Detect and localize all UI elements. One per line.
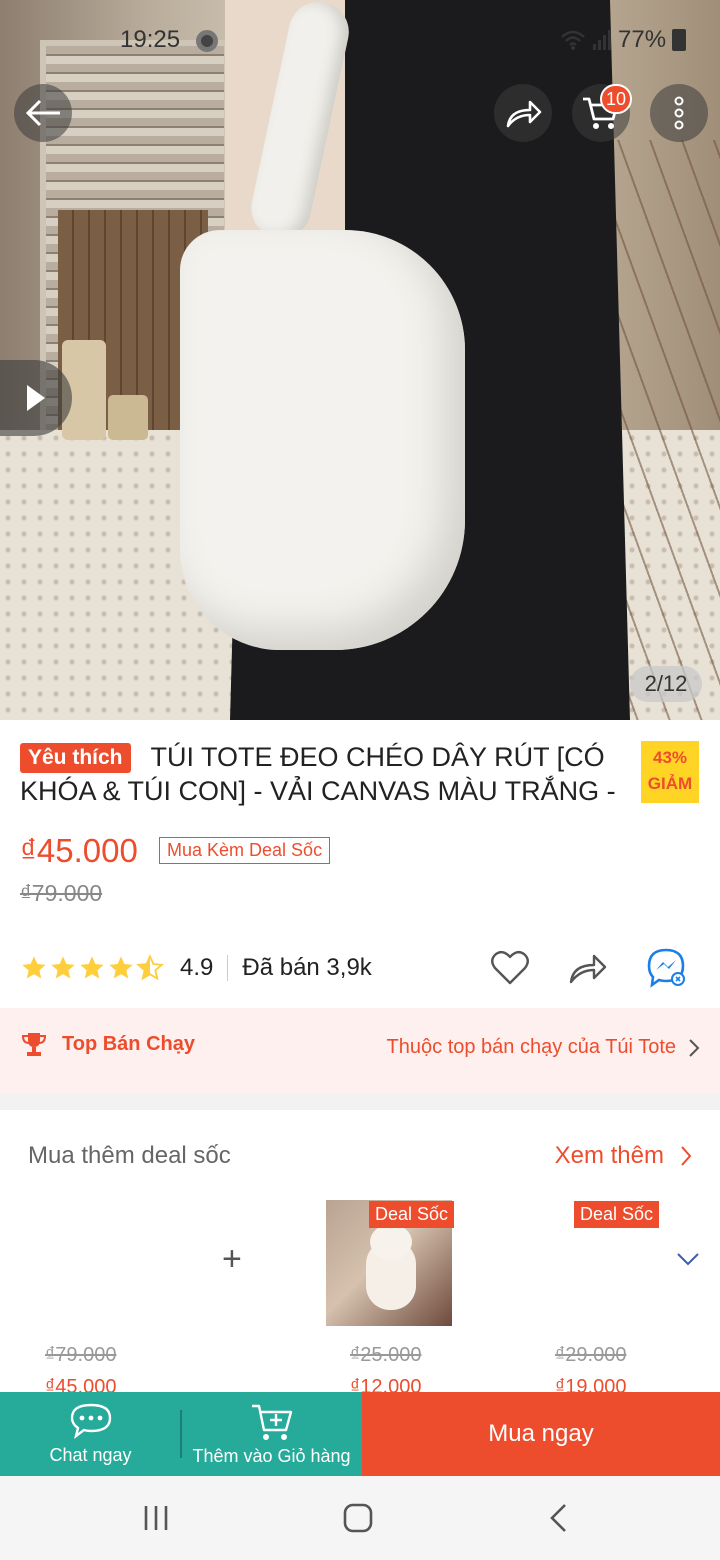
share-icon [569, 954, 607, 984]
add-cart-icon [251, 1404, 292, 1440]
share-icon [506, 100, 542, 128]
star-icon [109, 956, 133, 979]
buy-now-label: Mua ngay [488, 1420, 594, 1447]
deal-item-old-price: ₫29.000 [555, 1344, 627, 1366]
product-title: Yêu thích TÚI TOTE ĐEO CHÉO DÂY RÚT [CÓ K… [20, 740, 620, 808]
bottom-green-group: Chat ngay Thêm vào Giỏ hàng [0, 1392, 362, 1476]
tote-bag [180, 230, 465, 650]
discount-label: GIẢM [647, 774, 693, 793]
chevron-right-icon [681, 1146, 692, 1166]
deal-section-heading: Mua thêm deal sốc [28, 1142, 231, 1169]
rating-stars [20, 954, 164, 982]
heart-icon [491, 950, 529, 985]
cart-count-badge: 10 [600, 84, 633, 114]
deal-item-badge: Deal Sốc [574, 1201, 660, 1228]
add-to-cart-label: Thêm vào Giỏ hàng [192, 1445, 351, 1466]
star-icon [22, 956, 46, 979]
discount-percent: 43% [652, 748, 688, 767]
share-product-button[interactable] [566, 946, 610, 990]
top-seller-detail-link[interactable]: Thuộc top bán chạy của Túi Tote [387, 1036, 700, 1059]
more-options-button[interactable] [650, 84, 708, 142]
messenger-icon [647, 948, 685, 988]
top-seller-label-wrap: Top Bán Chạy [20, 1030, 195, 1058]
bear-keychain-head [370, 1224, 412, 1260]
favorite-tag: Yêu thích [20, 743, 131, 773]
recent-apps-icon[interactable] [142, 1504, 170, 1532]
divider [227, 955, 229, 981]
signal-icon [593, 30, 611, 50]
wifi-icon [561, 30, 585, 50]
battery-icon [672, 29, 687, 51]
rating-value: 4.9 [180, 954, 214, 981]
battery-percent: 77% [618, 26, 667, 53]
see-more-label: Xem thêm [554, 1142, 664, 1169]
share-button[interactable] [494, 84, 552, 142]
background-log-small [108, 395, 148, 440]
original-price: ₫79.000 [20, 880, 103, 906]
home-icon[interactable] [342, 1502, 374, 1534]
star-half-icon [136, 954, 164, 981]
back-button[interactable] [14, 84, 72, 142]
buy-now-button[interactable]: Mua ngay [362, 1392, 720, 1476]
chat-icon [70, 1403, 111, 1439]
chevron-down-icon[interactable] [676, 1252, 700, 1266]
star-icon [51, 956, 75, 979]
current-price: ₫45.000 [20, 832, 138, 869]
bottom-action-bar: Chat ngay Thêm vào Giỏ hàng Mua ngay [0, 1392, 720, 1476]
status-time: 19:25 [120, 26, 181, 53]
deal-item-old-price: ₫25.000 [350, 1344, 422, 1366]
plus-icon: + [222, 1240, 242, 1278]
add-to-cart-button[interactable]: Thêm vào Giỏ hàng [181, 1392, 362, 1476]
section-divider [0, 1094, 720, 1110]
deal-tag[interactable]: Mua Kèm Deal Sốc [159, 837, 331, 864]
chrome-icon [196, 30, 218, 52]
discount-badge: 43% GIẢM [641, 741, 699, 803]
deal-item-badge: Deal Sốc [369, 1201, 455, 1228]
messenger-button[interactable] [644, 946, 688, 990]
back-arrow-icon [25, 99, 60, 127]
divider [180, 1410, 182, 1458]
more-vertical-icon [674, 96, 684, 130]
deal-see-more-link[interactable]: Xem thêm [555, 1142, 692, 1170]
sold-count: Đã bán 3,9k [242, 954, 372, 981]
system-navigation-bar [0, 1476, 720, 1560]
top-seller-detail: Thuộc top bán chạy của Túi Tote [386, 1036, 676, 1058]
like-button[interactable] [488, 946, 532, 990]
trophy-icon [21, 1033, 47, 1056]
chevron-right-icon [689, 1038, 700, 1057]
chat-now-label: Chat ngay [49, 1444, 132, 1465]
top-seller-label: Top Bán Chạy [62, 1032, 195, 1055]
deal-item-old-price: ₫79.000 [45, 1344, 117, 1366]
status-bar: 19:25 77% [0, 24, 720, 60]
back-nav-icon[interactable] [548, 1502, 568, 1534]
chat-now-button[interactable]: Chat ngay [0, 1392, 181, 1476]
star-icon [80, 956, 104, 979]
play-icon [27, 385, 45, 411]
image-counter: 2/12 [630, 666, 702, 702]
